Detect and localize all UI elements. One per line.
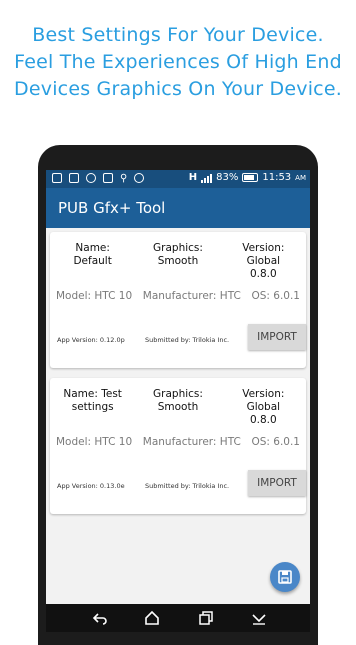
config-app-version: App Version: 0.12.0p [57, 336, 125, 344]
status-bar: ⚲ H 83% 11:53 AM [46, 170, 310, 188]
config-manufacturer: Manufacturer: HTC [142, 290, 241, 302]
config-graphics: Graphics: Smooth [153, 242, 203, 267]
config-app-version: App Version: 0.13.0e [57, 482, 125, 490]
app-bar: PUB Gfx+ Tool [46, 188, 310, 228]
recents-icon[interactable] [198, 610, 214, 626]
promo-line-3: Devices Graphics On Your Device. [14, 78, 342, 100]
save-button[interactable] [270, 562, 300, 592]
app-title: PUB Gfx+ Tool [58, 199, 166, 217]
notification-icon [69, 173, 79, 183]
notification-icon [52, 173, 62, 183]
config-version: Version: Global 0.8.0 [242, 242, 285, 280]
config-submitted-by: Submitted by: Trilokia Inc. [145, 336, 230, 344]
notification-icon [103, 173, 113, 183]
config-model: Model: HTC 10 [56, 436, 133, 448]
signal-icon [201, 173, 213, 183]
import-button[interactable]: IMPORT [248, 470, 306, 496]
config-os: OS: 6.0.1 [251, 290, 300, 302]
config-model: Model: HTC 10 [56, 290, 133, 302]
config-manufacturer: Manufacturer: HTC [142, 436, 241, 448]
config-card: Name: Test settings Graphics: Smooth Ver… [50, 378, 306, 514]
config-card: Name: Default Graphics: Smooth Version: … [50, 232, 306, 368]
phone-screen: ⚲ H 83% 11:53 AM PUB Gfx+ Tool Name: Def… [46, 170, 310, 632]
hotspot-icon [86, 173, 96, 183]
network-type: H [188, 172, 198, 183]
save-icon [278, 570, 292, 584]
clock: 11:53 [262, 172, 292, 183]
clock-ampm: AM [295, 173, 306, 182]
navigation-bar [46, 604, 310, 632]
back-icon[interactable] [92, 610, 108, 626]
home-icon[interactable] [144, 610, 160, 626]
hide-keyboard-icon[interactable] [251, 610, 267, 626]
battery-icon [242, 173, 259, 182]
config-submitted-by: Submitted by: Trilokia Inc. [145, 482, 230, 490]
android-icon [134, 173, 145, 183]
config-version: Version: Global 0.8.0 [242, 388, 285, 426]
config-name: Name: Default [73, 242, 112, 267]
promo-line-2: Feel The Experiences Of High End [14, 51, 342, 73]
battery-percent: 83% [216, 172, 239, 183]
promo-text: Best Settings For Your Device. Feel The … [0, 22, 356, 103]
usb-icon: ⚲ [120, 173, 128, 184]
config-os: OS: 6.0.1 [251, 436, 300, 448]
promo-line-1: Best Settings For Your Device. [32, 24, 324, 46]
config-name: Name: Test settings [63, 388, 122, 413]
import-button[interactable]: IMPORT [248, 324, 306, 350]
config-graphics: Graphics: Smooth [153, 388, 203, 413]
